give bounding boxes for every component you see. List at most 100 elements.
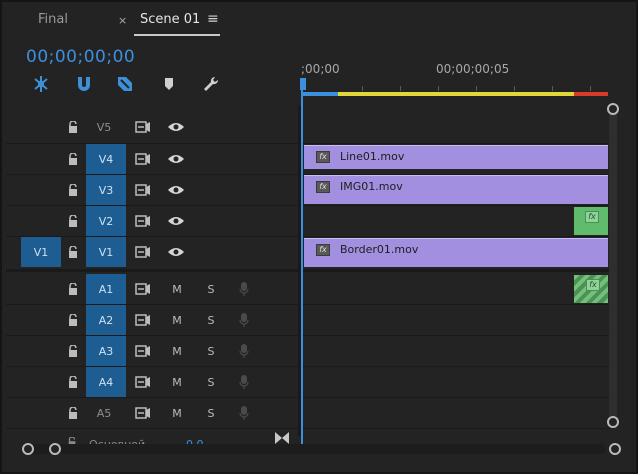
zoom-right-handle[interactable] <box>49 443 61 455</box>
active-tab-indicator <box>134 34 220 36</box>
sync-lock-icon[interactable] <box>134 183 152 197</box>
track-label-v2[interactable]: V2 <box>86 206 126 236</box>
microphone-icon[interactable] <box>237 312 251 328</box>
solo-button[interactable]: S <box>204 406 218 420</box>
track-header-a4: A4 M S <box>6 367 298 397</box>
sync-lock-icon[interactable] <box>134 214 152 228</box>
source-patch-v1[interactable]: V1 <box>21 237 61 267</box>
lock-icon[interactable] <box>66 120 80 134</box>
track-header-a5: A5 M S <box>6 398 298 428</box>
clip-img01[interactable]: fx IMG01.mov <box>304 175 608 204</box>
microphone-icon[interactable] <box>237 374 251 390</box>
sync-lock-icon[interactable] <box>134 375 152 389</box>
track-label-v3[interactable]: V3 <box>86 175 126 205</box>
mute-button[interactable]: M <box>170 406 184 420</box>
lock-icon[interactable] <box>66 152 80 166</box>
ruler-tick <box>514 86 515 91</box>
lock-icon[interactable] <box>66 375 80 389</box>
add-marker-icon[interactable] <box>159 75 179 93</box>
solo-button[interactable]: S <box>204 344 218 358</box>
track-header-a2: A2 M S <box>6 305 298 335</box>
track-label-v5[interactable]: V5 <box>84 112 124 142</box>
lock-icon[interactable] <box>66 214 80 228</box>
mute-button[interactable]: M <box>170 344 184 358</box>
sync-lock-icon[interactable] <box>134 120 152 134</box>
lock-icon[interactable] <box>66 313 80 327</box>
track-label-v4[interactable]: V4 <box>86 144 126 174</box>
microphone-icon[interactable] <box>237 343 251 359</box>
sync-lock-icon[interactable] <box>134 344 152 358</box>
mute-button[interactable]: M <box>170 282 184 296</box>
clip-line01[interactable]: fx Line01.mov <box>304 145 608 169</box>
sync-lock-icon[interactable] <box>134 245 152 259</box>
sync-lock-icon[interactable] <box>134 313 152 327</box>
lock-icon[interactable] <box>66 245 80 259</box>
playhead-timecode[interactable]: 00;00;00;00 <box>26 47 135 67</box>
fx-badge-icon[interactable]: fx <box>316 181 330 193</box>
track-label-v1[interactable]: V1 <box>86 237 126 267</box>
eye-icon[interactable] <box>167 183 185 197</box>
eye-icon[interactable] <box>167 120 185 134</box>
track-separator <box>6 335 610 336</box>
ruler-timecode-mid: 00;00;00;05 <box>436 62 510 76</box>
lock-icon[interactable] <box>66 183 80 197</box>
track-header-v2: V2 <box>6 206 298 236</box>
solo-button[interactable]: S <box>204 313 218 327</box>
fx-badge-icon[interactable]: fx <box>585 211 599 223</box>
eye-icon[interactable] <box>167 245 185 259</box>
fx-badge-icon[interactable]: fx <box>316 244 330 256</box>
tab-final[interactable]: Final <box>38 12 68 27</box>
fx-badge-icon[interactable]: fx <box>586 279 600 291</box>
close-tab-icon[interactable]: × <box>118 14 127 27</box>
track-label-a2[interactable]: A2 <box>86 305 126 335</box>
eye-icon[interactable] <box>167 214 185 228</box>
playhead-line[interactable] <box>301 90 303 444</box>
track-header-v4: V4 <box>6 144 298 174</box>
nest-sequence-icon[interactable] <box>31 75 51 93</box>
clip-audio-a1[interactable]: fx <box>574 275 608 303</box>
snap-magnet-icon[interactable] <box>74 75 94 93</box>
zoom-left-handle[interactable] <box>22 443 34 455</box>
track-label-a5[interactable]: A5 <box>84 398 124 428</box>
vertical-scrollbar[interactable] <box>609 106 617 426</box>
microphone-icon[interactable] <box>237 405 251 421</box>
track-header-a3: A3 M S <box>6 336 298 366</box>
solo-button[interactable]: S <box>204 375 218 389</box>
track-label-a1[interactable]: A1 <box>86 274 126 304</box>
mute-button[interactable]: M <box>170 375 184 389</box>
video-audio-divider[interactable] <box>6 269 610 272</box>
sync-lock-icon[interactable] <box>134 152 152 166</box>
clip-transition-v2[interactable]: fx <box>574 207 608 235</box>
track-separator <box>6 304 610 305</box>
linked-selection-icon[interactable] <box>115 75 135 93</box>
sync-lock-icon[interactable] <box>134 282 152 296</box>
eye-icon[interactable] <box>167 152 185 166</box>
ruler-tick <box>476 86 477 91</box>
horizontal-scroll-end-handle[interactable] <box>609 443 621 455</box>
lock-icon[interactable] <box>66 406 80 420</box>
playhead-handle[interactable] <box>300 78 306 90</box>
clip-border01[interactable]: fx Border01.mov <box>304 238 608 267</box>
clip-label: IMG01.mov <box>340 180 403 193</box>
lock-icon[interactable] <box>66 344 80 358</box>
track-label-a3[interactable]: A3 <box>86 336 126 366</box>
work-area-bar[interactable] <box>302 92 608 96</box>
tab-scene-01[interactable]: Scene 01 <box>140 12 200 27</box>
sync-lock-icon[interactable] <box>134 406 152 420</box>
ruler-tick <box>438 86 439 91</box>
microphone-icon[interactable] <box>237 281 251 297</box>
mute-button[interactable]: M <box>170 313 184 327</box>
timeline-settings-wrench-icon[interactable] <box>201 75 221 93</box>
track-separator <box>6 205 610 206</box>
track-separator <box>6 366 610 367</box>
tab-bar: Final × Scene 01 ≡ <box>2 2 636 38</box>
ruler-tick <box>400 86 401 91</box>
horizontal-scrollbar[interactable] <box>26 444 606 454</box>
solo-button[interactable]: S <box>204 282 218 296</box>
track-label-a4[interactable]: A4 <box>86 367 126 397</box>
vertical-scroll-top-handle[interactable] <box>607 103 619 115</box>
vertical-scroll-bottom-handle[interactable] <box>607 416 619 428</box>
fx-badge-icon[interactable]: fx <box>316 151 330 163</box>
panel-menu-icon[interactable]: ≡ <box>207 11 219 27</box>
lock-icon[interactable] <box>66 282 80 296</box>
